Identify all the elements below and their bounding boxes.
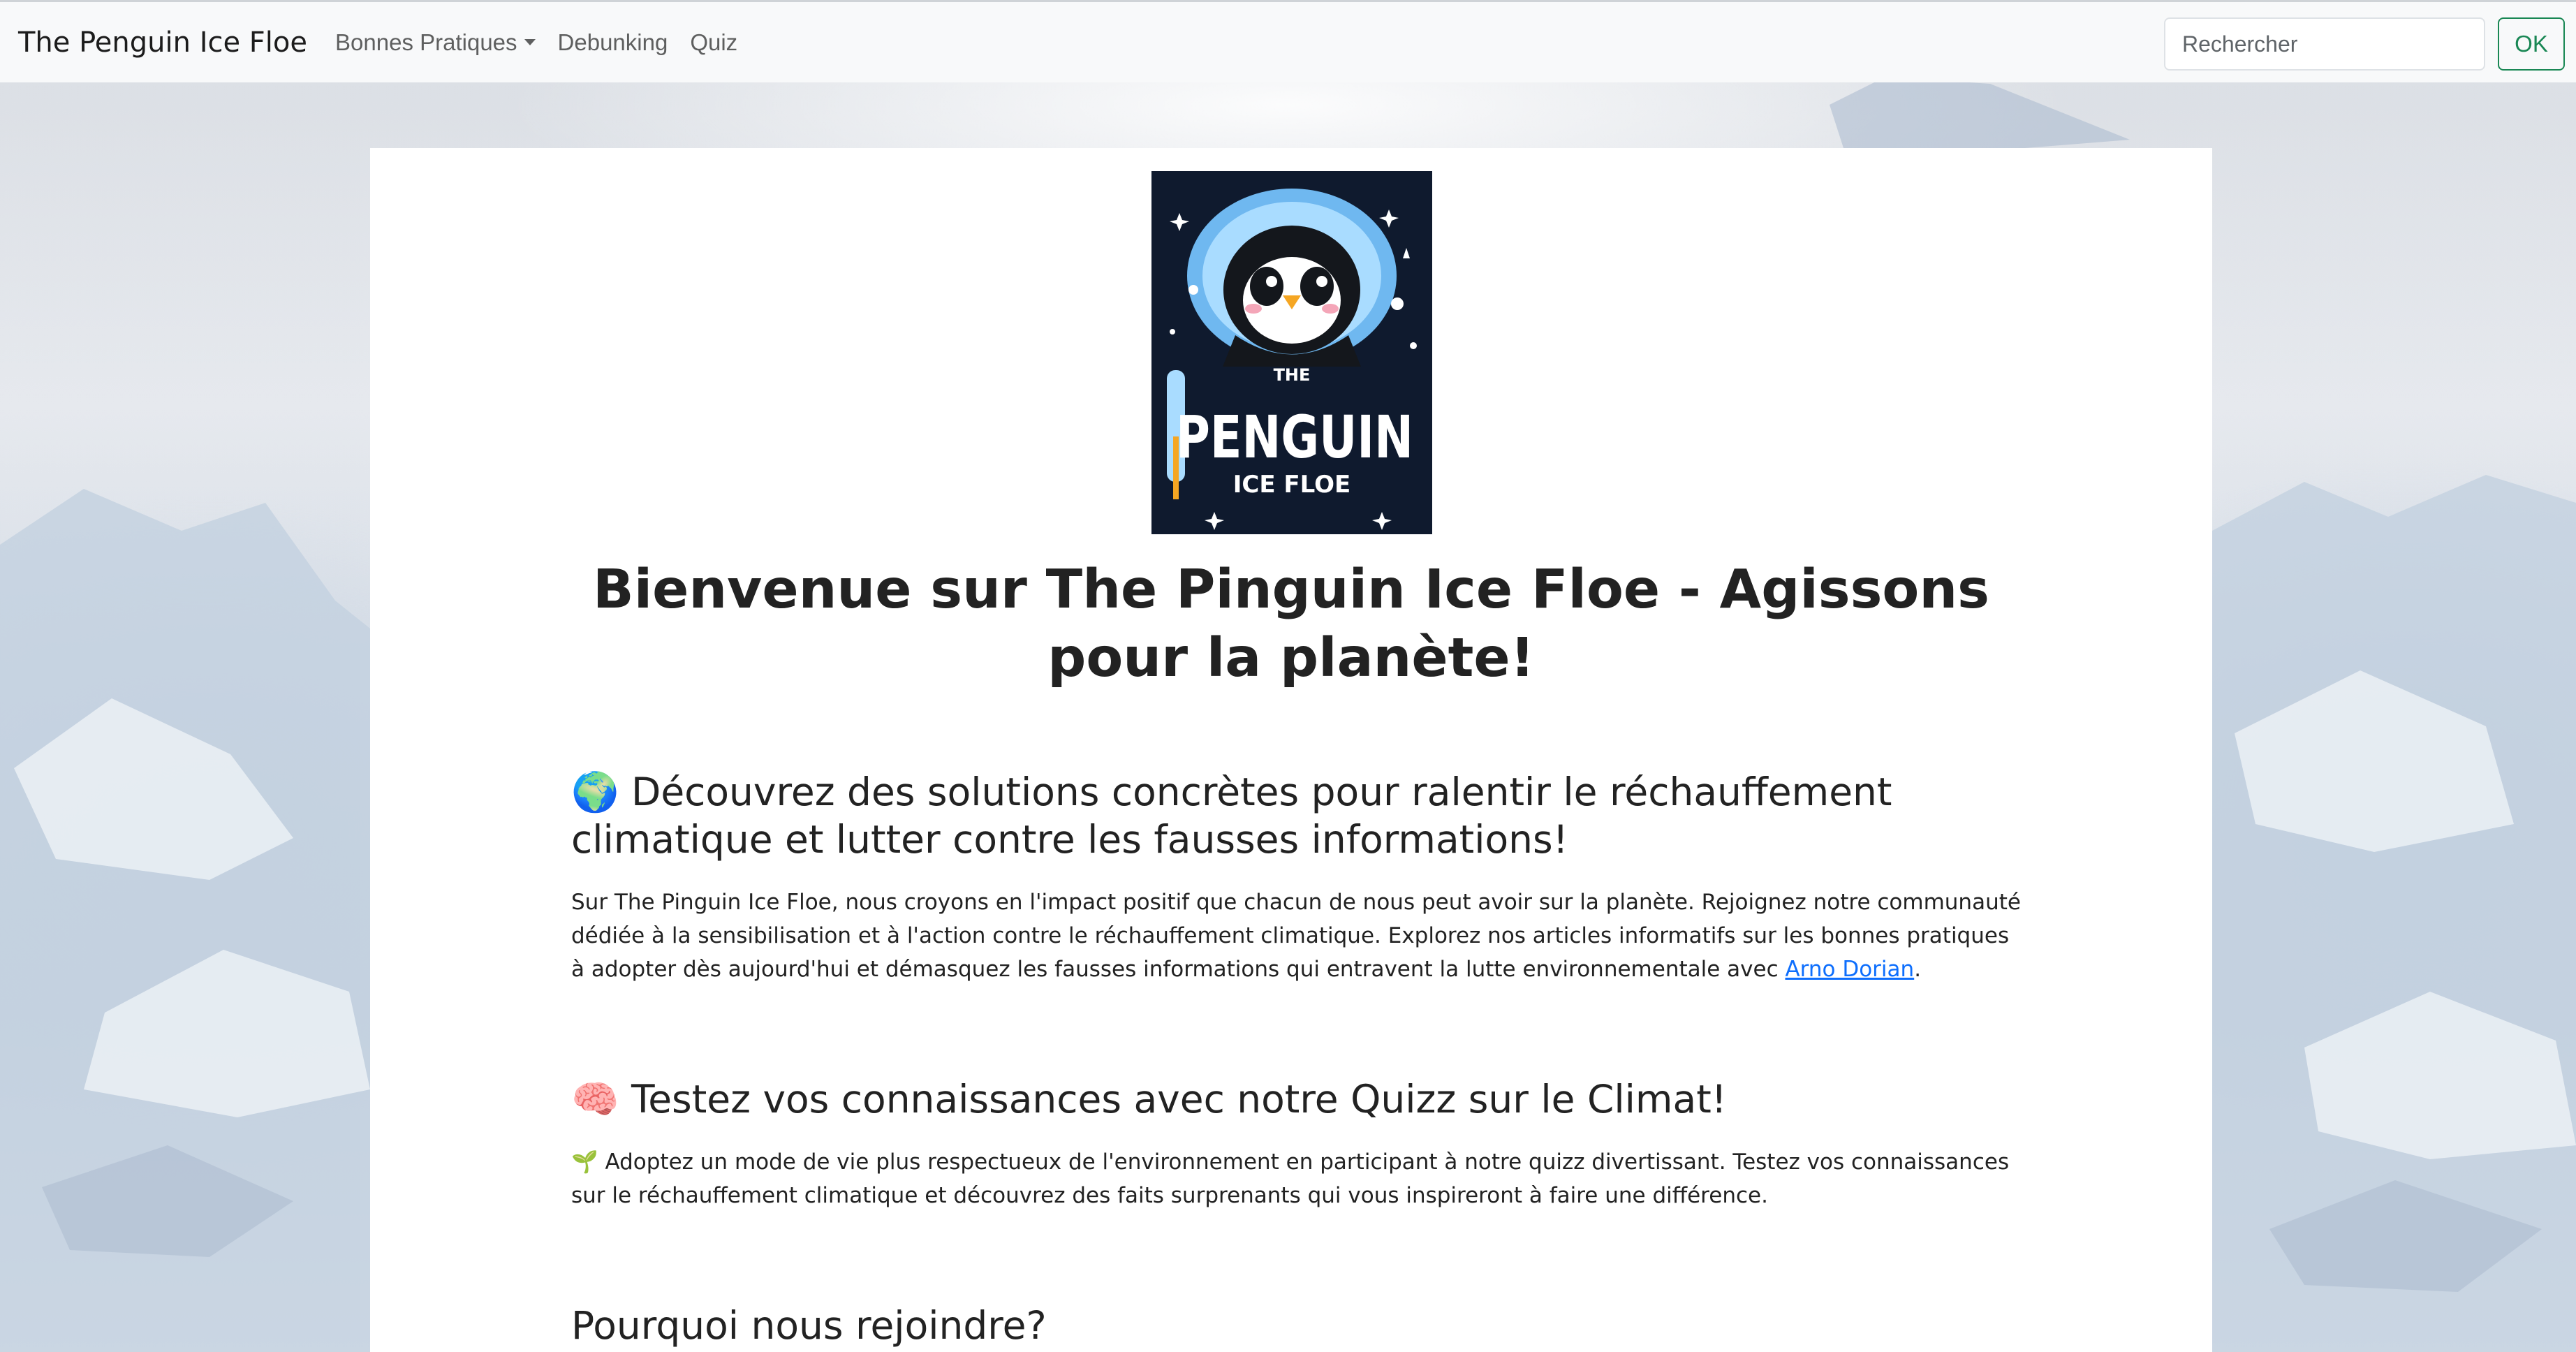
search-submit-button[interactable]: OK <box>2498 17 2565 71</box>
page-title: Bienvenue sur The Pinguin Ice Floe - Agi… <box>593 559 1989 689</box>
section-solutions-text: Sur The Pinguin Ice Floe, nous croyons e… <box>571 886 2024 986</box>
section-why-join-heading: Pourquoi nous rejoindre? <box>571 1303 1047 1348</box>
content-card: THE PENGUIN ICE FLOE Bienvenue sur The P… <box>370 148 2212 1352</box>
section-solutions-heading: 🌍 Découvrez des solutions concrètes pour… <box>571 770 1892 862</box>
nav-item-debunking[interactable]: Debunking <box>547 29 679 56</box>
section-why-join: Pourquoi nous rejoindre? <box>571 1302 2024 1349</box>
section-solutions: 🌍 Découvrez des solutions concrètes pour… <box>571 768 2024 986</box>
penguin-logo-image: THE PENGUIN ICE FLOE <box>1151 171 1432 534</box>
section-quiz-heading: 🧠 Testez vos connaissances avec notre Qu… <box>571 1077 1727 1122</box>
nav-links: Bonnes Pratiques Debunking Quiz <box>324 29 749 56</box>
logo-text-penguin: PENGUIN <box>1176 403 1413 471</box>
section-quiz-text: 🌱 Adoptez un mode de vie plus respectueu… <box>571 1149 2010 1208</box>
section-solutions-text-end: . <box>1914 957 1922 982</box>
nav-item-bonnes-pratiques[interactable]: Bonnes Pratiques <box>324 29 547 56</box>
top-navbar: The Penguin Ice Floe Bonnes Pratiques De… <box>0 0 2576 82</box>
section-quiz: 🧠 Testez vos connaissances avec notre Qu… <box>571 1075 2024 1212</box>
brand-link[interactable]: The Penguin Ice Floe <box>18 27 307 59</box>
arno-dorian-link[interactable]: Arno Dorian <box>1785 957 1914 982</box>
penguin-logo-graphic: THE PENGUIN ICE FLOE <box>1151 171 1432 534</box>
nav-item-quiz[interactable]: Quiz <box>679 29 749 56</box>
logo-text-the: THE <box>1274 365 1311 385</box>
search-input[interactable] <box>2164 17 2485 71</box>
logo-text-ice-floe: ICE FLOE <box>1233 471 1350 499</box>
caret-down-icon <box>524 39 536 45</box>
nav-item-label: Bonnes Pratiques <box>335 29 517 55</box>
